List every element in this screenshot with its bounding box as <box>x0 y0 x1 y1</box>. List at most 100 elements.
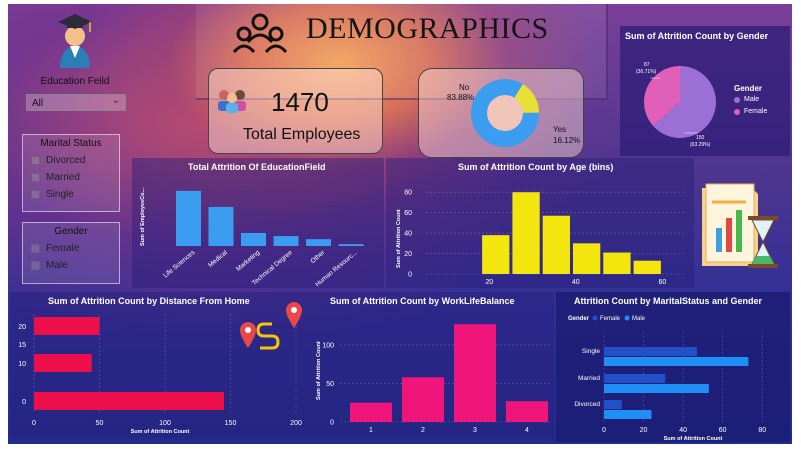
edu-tick-label: Medical <box>207 249 229 269</box>
edu-bar <box>241 232 266 246</box>
marital-y-tick: Married <box>578 375 600 382</box>
edu-bar <box>208 206 234 246</box>
age-y-tick: 0 <box>408 272 412 279</box>
graduate-icon <box>50 10 100 68</box>
legend-dot-icon <box>624 315 630 321</box>
dashboard-canvas: Education Feild All ⌄ Marital Status Div… <box>8 4 792 444</box>
wlb-y-axis-label: Sum of Attrition Count <box>316 341 322 400</box>
education-slicer-title: Education Feild <box>40 76 110 87</box>
legend-dot-icon <box>592 315 598 321</box>
gender-slicer-title: Gender <box>54 226 88 237</box>
wlb-x-tick: 2 <box>421 427 425 434</box>
marital-slicer-title: Marital Status <box>40 138 102 149</box>
dist-x-tick: 150 <box>225 420 237 427</box>
marital-bar <box>604 410 652 419</box>
marital-option-divorced[interactable]: Divorced <box>31 155 119 166</box>
marital-legend-label: Male <box>632 316 646 322</box>
edu-tick-label: Other <box>309 249 327 265</box>
marital-x-tick: 40 <box>679 427 687 434</box>
dist-x-tick: 50 <box>96 420 104 427</box>
edu-tick-label: Life Sciences <box>162 249 197 280</box>
education-dropdown[interactable]: All ⌄ <box>26 94 126 111</box>
checkbox-icon <box>31 244 40 253</box>
wlb-y-tick: 100 <box>322 342 334 349</box>
report-hourglass-icon <box>696 180 782 272</box>
pie-female-value: 87 <box>644 62 650 68</box>
wlb-bar <box>454 324 496 422</box>
gender-slicer: Gender Female Male <box>22 222 120 284</box>
group-people-icon <box>232 12 288 63</box>
age-bar <box>482 235 510 274</box>
dist-x-axis-label: Sum of Attrition Count <box>131 429 190 435</box>
marital-legend-label: Female <box>600 316 621 322</box>
education-slicer: Education Feild All ⌄ <box>22 76 128 116</box>
age-y-tick: 40 <box>404 231 412 238</box>
dist-x-tick: 200 <box>290 420 302 427</box>
age-x-tick: 20 <box>485 279 493 286</box>
wlb-y-tick: 50 <box>326 381 334 388</box>
marital-y-tick: Divorced <box>574 401 600 408</box>
age-bar <box>542 215 570 274</box>
edu-tick-label: Marketing <box>235 249 262 273</box>
edu-bar <box>273 236 299 246</box>
pie-legend-male: Male <box>734 96 759 103</box>
page-title: DEMOGRAPHICS <box>306 12 549 45</box>
donut-no-label: No <box>459 83 470 92</box>
donut-yes-label: Yes <box>553 125 567 134</box>
dist-bar <box>34 392 224 410</box>
wlb-bar <box>350 402 392 422</box>
marital-gender-panel: Attrition Count by MaritalStatus and Gen… <box>556 292 790 442</box>
age-y-tick: 20 <box>404 251 412 258</box>
marital-option-married[interactable]: Married <box>31 172 119 183</box>
age-bar <box>512 192 540 274</box>
edu-bar <box>306 239 331 246</box>
dist-y-tick: 0 <box>22 399 26 406</box>
pie-female-pct: (36.71%) <box>636 69 657 75</box>
age-x-tick: 40 <box>572 279 580 286</box>
wlb-x-tick: 4 <box>525 427 529 434</box>
dist-y-tick: 15 <box>18 342 26 349</box>
checkbox-icon <box>31 173 40 182</box>
wlb-bar <box>506 401 548 422</box>
edu-bar <box>338 244 364 246</box>
wlb-x-tick: 3 <box>473 427 477 434</box>
education-dropdown-value: All <box>32 98 44 109</box>
gender-pie-panel: Sum of Attrition Count by Gender 87 (36.… <box>620 26 790 156</box>
legend-dot-icon <box>734 96 740 103</box>
pie-legend-title: Gender <box>734 84 763 93</box>
age-bar <box>633 260 661 274</box>
marital-bar <box>604 347 697 356</box>
distance-attrition-panel: Sum of Attrition Count by Distance From … <box>10 292 310 438</box>
dist-y-tick: 10 <box>18 361 26 368</box>
people-icon <box>215 87 249 118</box>
marital-option-single[interactable]: Single <box>31 189 119 200</box>
age-y-tick: 80 <box>404 190 412 197</box>
dist-x-tick: 0 <box>32 420 36 427</box>
marital-y-tick: Single <box>582 348 600 355</box>
dist-bar <box>34 317 100 335</box>
gender-option-male[interactable]: Male <box>31 260 119 271</box>
marital-x-tick: 0 <box>602 427 606 434</box>
marital-x-tick: 60 <box>719 427 727 434</box>
total-employees-card: 1470 Total Employees <box>208 68 383 154</box>
age-y-axis-label: Sum of Attrition Count <box>396 209 402 268</box>
marital-status-slicer: Marital Status Divorced Married Single <box>22 134 120 212</box>
route-map-icon <box>238 298 306 363</box>
gender-option-female[interactable]: Female <box>31 243 119 254</box>
attrition-donut-card: No 83.88% Yes 16.12% <box>418 68 584 158</box>
edu-y-axis-label: Sum of EmployeeCo... <box>140 187 146 246</box>
pie-male-pct: (63.29%) <box>690 142 711 148</box>
dist-bar <box>34 354 92 372</box>
wlb-y-tick: 0 <box>330 420 334 427</box>
wlb-bar <box>402 377 444 422</box>
checkbox-icon <box>31 261 40 270</box>
dist-y-tick: 20 <box>18 324 26 331</box>
pie-legend-female: Female <box>734 108 767 115</box>
legend-dot-icon <box>734 108 740 115</box>
marital-x-axis-label: Sum of Attrition Count <box>664 436 723 442</box>
marital-x-tick: 80 <box>758 427 766 434</box>
education-attrition-panel: Total Attrition Of EducationField Life S… <box>132 158 384 288</box>
age-x-tick: 60 <box>658 279 666 286</box>
age-y-tick: 60 <box>404 210 412 217</box>
age-bar <box>572 243 601 274</box>
